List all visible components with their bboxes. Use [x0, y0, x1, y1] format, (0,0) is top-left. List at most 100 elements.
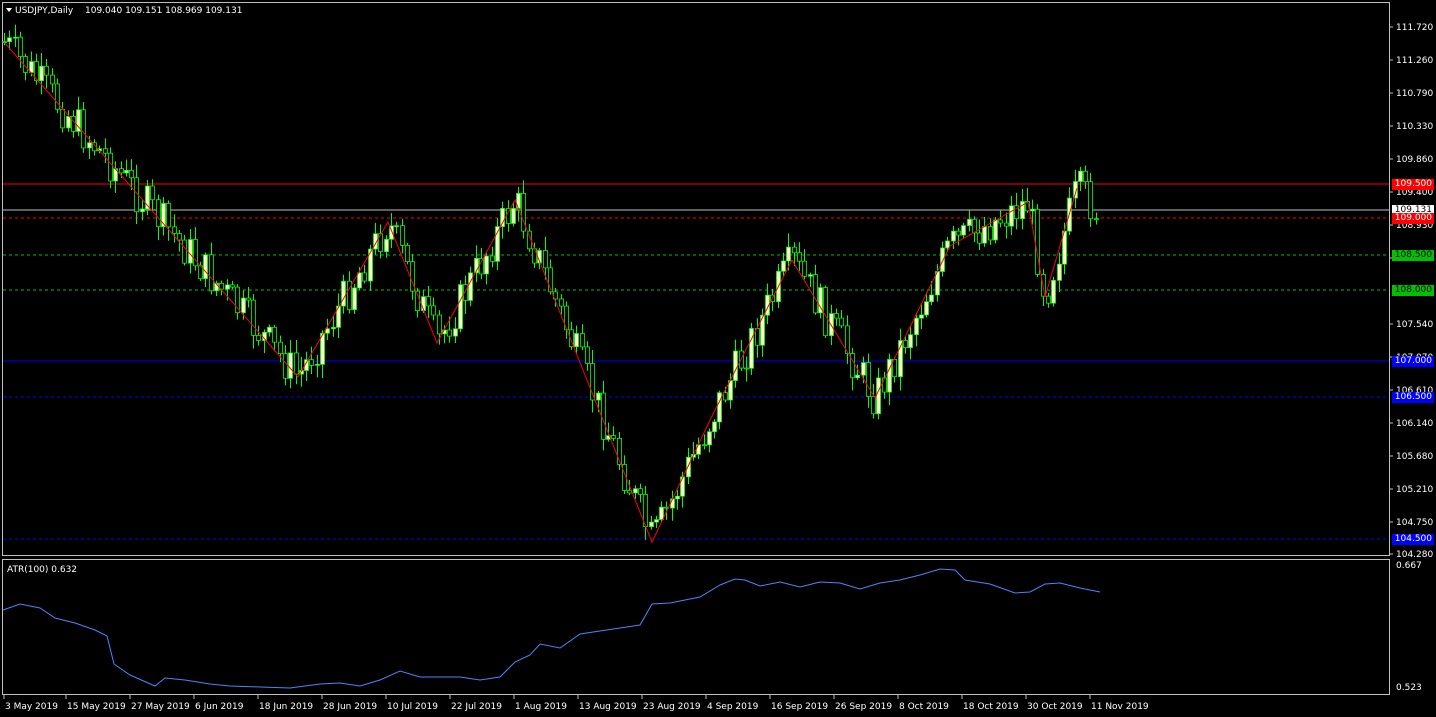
date-tick-label: 16 Sep 2019	[771, 702, 828, 712]
candle-body	[717, 392, 722, 423]
price-level-tag: 107.000	[1392, 356, 1434, 367]
candle-body	[129, 169, 134, 179]
candle-body	[919, 314, 924, 319]
candle-body	[797, 252, 802, 262]
candle-body	[744, 367, 749, 370]
candle-body	[230, 284, 235, 288]
candle-body	[352, 287, 357, 311]
date-tick-label: 1 Aug 2019	[515, 702, 567, 712]
date-axis: 3 May 2019 15 May 2019 27 May 2019 6 Jun 20…	[3, 695, 1149, 712]
atr-line	[2, 568, 1101, 689]
candle-body	[66, 115, 71, 129]
candle-body	[484, 255, 489, 275]
price-tick-label: 104.280	[1396, 550, 1433, 560]
symbol-title: USDJPY,Daily	[15, 6, 74, 16]
candle-body	[60, 108, 65, 129]
candle-body	[1051, 279, 1056, 304]
candle-body	[903, 340, 908, 349]
candle-body	[203, 254, 208, 280]
candle-body	[839, 317, 844, 327]
candle-body	[1083, 170, 1088, 183]
candle-body	[177, 233, 182, 241]
candle-body	[982, 226, 987, 244]
date-tick-label: 18 Oct 2019	[963, 702, 1019, 712]
candle-body	[150, 185, 155, 201]
date-tick-label: 18 Jun 2019	[259, 702, 313, 712]
candle-body	[596, 392, 601, 401]
price-tick-label: 105.210	[1396, 485, 1433, 495]
price-level-tag: 108.500	[1392, 250, 1434, 261]
candle-body	[447, 329, 452, 337]
candle-body	[543, 250, 548, 269]
price-tick-label: 105.680	[1396, 452, 1433, 462]
candle-body	[1004, 222, 1009, 227]
date-tick-label: 6 Jun 2019	[195, 702, 244, 712]
price-tick-label: 109.860	[1396, 155, 1433, 165]
candle-body	[166, 203, 171, 228]
candle-body	[633, 488, 638, 494]
candle-body	[908, 334, 913, 349]
price-level-tag: 108.000	[1392, 285, 1434, 296]
candle-body	[829, 313, 834, 337]
candle-body	[124, 169, 129, 174]
candle-body	[686, 456, 691, 478]
candle-body	[241, 297, 246, 314]
candle-body	[654, 519, 659, 523]
candle-body	[39, 65, 44, 82]
candle-body	[405, 244, 410, 263]
price-tick-label: 106.140	[1396, 419, 1433, 429]
candle-body	[696, 444, 701, 455]
candle-body	[956, 230, 961, 236]
candle-body	[1057, 263, 1062, 281]
candle-body	[1030, 208, 1035, 212]
price-level-tag: 104.500	[1392, 534, 1434, 545]
candle-body	[18, 36, 23, 57]
price-tick-label: 111.260	[1396, 56, 1433, 66]
date-tick-label: 22 Jul 2019	[451, 702, 502, 712]
price-tick-label: 111.720	[1396, 23, 1433, 33]
candle-body	[490, 255, 495, 262]
candle-body	[394, 225, 399, 228]
candle-body	[44, 65, 49, 76]
candlesticks	[2, 24, 1099, 540]
candle-body	[294, 352, 299, 375]
candle-body	[993, 219, 998, 241]
candle-body	[680, 476, 685, 497]
candle-body	[225, 284, 230, 290]
candle-body	[887, 359, 892, 393]
candle-body	[988, 226, 993, 241]
candle-body	[362, 272, 367, 282]
candle-body	[802, 260, 807, 277]
date-tick-label: 13 Aug 2019	[579, 702, 637, 712]
candle-body	[823, 287, 828, 337]
candle-body	[707, 431, 712, 446]
indicator-tick-label: 0.667	[1396, 561, 1422, 571]
candle-body	[998, 219, 1003, 224]
date-tick-label: 11 Nov 2019	[1091, 702, 1149, 712]
candle-body	[309, 359, 314, 366]
candle-body	[81, 109, 86, 149]
candle-body	[437, 314, 442, 335]
chart-canvas[interactable]: USDJPY,Daily 109.040 109.151 108.969 109…	[0, 0, 1436, 717]
candle-body	[251, 299, 256, 336]
candle-body	[813, 274, 818, 314]
candle-body	[1009, 205, 1014, 227]
candle-body	[659, 506, 664, 520]
price-level-tag: 109.500	[1392, 179, 1434, 190]
candle-body	[87, 142, 92, 149]
candle-body	[866, 362, 871, 397]
candle-body	[781, 260, 786, 272]
candle-body	[951, 230, 956, 242]
candle-body	[977, 232, 982, 244]
candle-body	[119, 168, 124, 174]
candle-body	[246, 297, 251, 301]
candle-body	[749, 328, 754, 369]
date-tick-label: 28 Jun 2019	[323, 702, 377, 712]
price-tick-label: 110.790	[1396, 89, 1433, 99]
date-tick-label: 26 Sep 2019	[835, 702, 892, 712]
indicator-axis: 0.667 0.523	[1396, 561, 1422, 693]
candle-body	[1094, 218, 1099, 221]
candle-body	[702, 444, 707, 447]
candle-body	[511, 208, 516, 224]
chart-menu-arrow-icon[interactable]	[6, 8, 12, 12]
